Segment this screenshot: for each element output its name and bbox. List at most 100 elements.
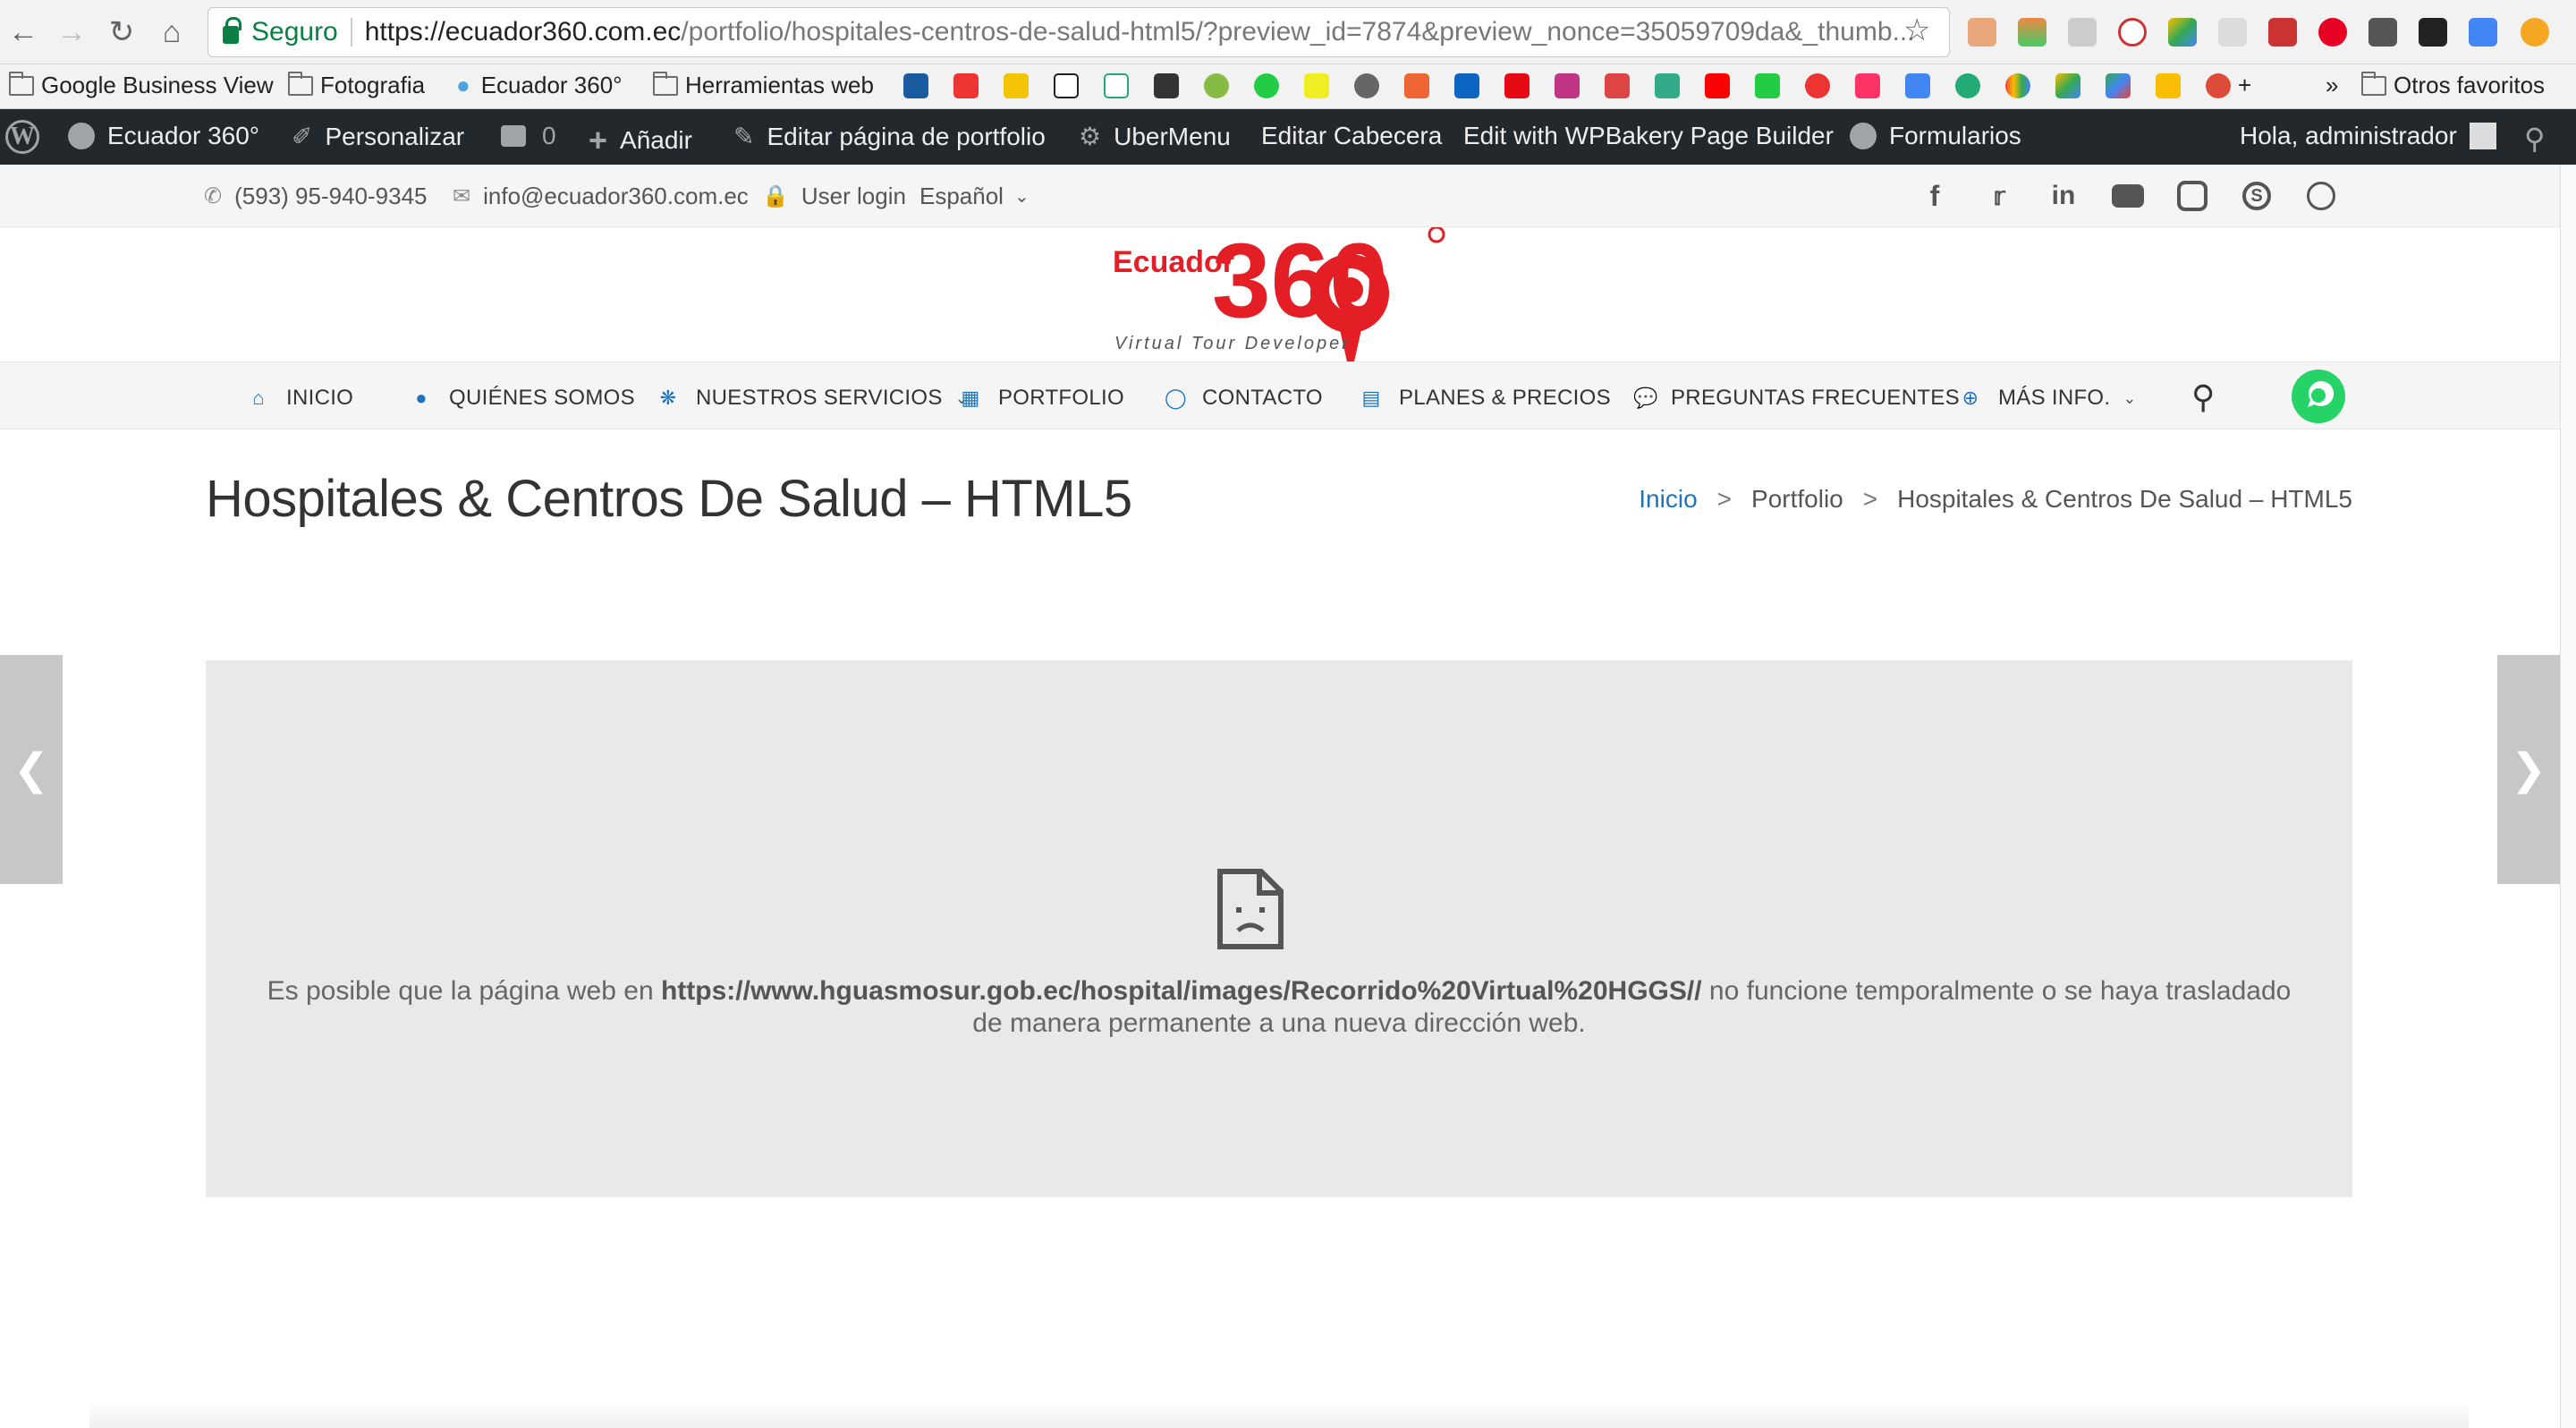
bookmark-item[interactable]: Google Business View — [9, 71, 274, 99]
address-bar[interactable]: Seguro https://ecuador360.com.ec /portfo… — [208, 7, 1950, 57]
nav-item-inicio[interactable]: ⌂ INICIO — [249, 386, 353, 411]
grid-icon: ▦ — [961, 387, 980, 409]
extension-icon[interactable] — [2068, 18, 2097, 47]
site-logo[interactable]: 360 Ecuador Virtual Tour Developer — [1109, 222, 1449, 379]
extension-icon[interactable] — [2018, 18, 2046, 47]
google-drive-icon[interactable] — [2055, 73, 2080, 98]
extension-icon[interactable] — [2218, 18, 2247, 47]
scrollbar[interactable] — [2560, 165, 2576, 1428]
bookmark-favicon[interactable] — [1204, 73, 1229, 98]
translate-icon[interactable] — [2469, 18, 2497, 47]
youtube-icon[interactable] — [2109, 177, 2147, 215]
wp-forms[interactable]: Formularios — [1850, 122, 2021, 150]
gmail-icon[interactable] — [1605, 73, 1630, 98]
breadcrumb-home-link[interactable]: Inicio — [1639, 485, 1697, 514]
google-plus-icon[interactable] — [2206, 73, 2231, 98]
user-login-link[interactable]: 🔒 User login — [762, 183, 906, 210]
amazon-icon[interactable] — [2419, 18, 2447, 47]
bookmark-item[interactable]: Herramientas web — [653, 71, 874, 99]
extension-icon[interactable] — [2118, 18, 2147, 47]
logo-tagline: Virtual Tour Developer — [1114, 334, 1351, 353]
bookmark-favicon[interactable] — [1254, 73, 1279, 98]
home-icon[interactable]: ⌂ — [152, 13, 191, 52]
skype-icon[interactable]: S — [2238, 177, 2275, 215]
extension-icon[interactable] — [2368, 18, 2397, 47]
bookmark-favicon[interactable] — [1755, 73, 1780, 98]
photos-icon[interactable] — [2005, 73, 2030, 98]
wp-ubermenu[interactable]: ⚙ UberMenu — [1079, 122, 1231, 151]
wp-user-menu[interactable]: Hola, administrador — [2240, 122, 2496, 150]
youtube-icon[interactable] — [1705, 73, 1730, 98]
bookmark-item[interactable]: + — [2238, 72, 2251, 99]
maps-icon[interactable] — [1655, 73, 1680, 98]
apple-icon[interactable] — [1354, 73, 1379, 98]
extension-icon[interactable] — [1968, 18, 1996, 47]
bookmark-star-icon[interactable]: ☆ — [1903, 13, 1930, 48]
nav-item-mas-info[interactable]: ⊕ MÁS INFO. ⌄ — [1961, 386, 2137, 411]
whatsapp-button[interactable] — [2290, 368, 2347, 425]
breadcrumb-portfolio-link[interactable]: Portfolio — [1751, 485, 1843, 514]
bookmark-favicon[interactable] — [1054, 73, 1079, 98]
youtube-icon[interactable] — [2268, 18, 2297, 47]
facebook-icon[interactable]: f — [1916, 177, 1953, 215]
bookmark-favicon[interactable] — [903, 73, 928, 98]
nav-item-nuestros-servicios[interactable]: ❋ NUESTROS SERVICIOS ⌄ — [658, 386, 969, 411]
whatsapp-icon[interactable] — [2302, 177, 2340, 215]
bookmark-item[interactable]: ● Ecuador 360° — [456, 72, 623, 99]
home-icon: ⌂ — [252, 387, 265, 409]
bookmark-item[interactable]: Fotografia — [288, 71, 425, 99]
wp-edit-page[interactable]: ✎ Editar página de portfolio — [733, 122, 1046, 151]
wp-add-new[interactable]: + Añadir — [589, 122, 692, 159]
wp-site-menu[interactable]: Ecuador 360° — [68, 122, 259, 150]
prev-project-button[interactable]: ❮ — [0, 655, 63, 884]
bookmark-favicon[interactable] — [1304, 73, 1329, 98]
play-store-icon[interactable] — [2106, 73, 2131, 98]
wp-comments[interactable]: 0 — [501, 122, 556, 150]
google-drive-icon[interactable] — [2168, 18, 2197, 47]
envelope-icon: ✉ — [453, 184, 471, 208]
nav-item-quienes-somos[interactable]: ● QUIÉNES SOMOS — [411, 386, 635, 411]
linkedin-icon[interactable]: in — [2045, 177, 2082, 215]
nav-search-icon[interactable]: ⚲ — [2191, 378, 2216, 416]
language-selector[interactable]: Español ⌄ — [919, 183, 1030, 210]
bookmark-favicon[interactable] — [953, 73, 979, 98]
twitter-icon[interactable]: 𝕣 — [1980, 177, 2018, 215]
next-project-button[interactable]: ❯ — [2497, 655, 2560, 884]
nav-item-preguntas-frecuentes[interactable]: 💬 PREGUNTAS FRECUENTES — [1633, 386, 1960, 411]
bookmark-favicon[interactable] — [1154, 73, 1179, 98]
embedded-tour-frame[interactable]: Es posible que la página web en https://… — [206, 660, 2352, 1197]
chevron-down-icon: ⌄ — [1013, 187, 1030, 207]
user-outline-icon: ◯ — [1165, 387, 1187, 409]
instagram-icon[interactable] — [2174, 177, 2211, 215]
chevron-right-icon: > — [1862, 485, 1878, 513]
instagram-icon[interactable] — [1555, 73, 1580, 98]
bookmark-favicon[interactable] — [1104, 73, 1129, 98]
bookmark-favicon[interactable] — [1004, 73, 1029, 98]
translate-icon[interactable] — [1905, 73, 1930, 98]
email-link[interactable]: ✉ info@ecuador360.com.ec — [453, 183, 749, 210]
more-bookmarks-button[interactable]: » — [2326, 72, 2338, 99]
keep-icon[interactable] — [2156, 73, 2181, 98]
forward-icon[interactable]: → — [52, 13, 91, 52]
nav-item-contacto[interactable]: ◯ CONTACTO — [1165, 386, 1323, 411]
wordpress-logo-icon[interactable]: W — [5, 120, 39, 154]
folder-icon — [9, 71, 34, 96]
bookmark-favicon[interactable] — [1805, 73, 1830, 98]
secure-label: Seguro — [251, 17, 338, 47]
wp-edit-header[interactable]: Editar Cabecera — [1261, 122, 1442, 150]
nav-item-portfolio[interactable]: ▦ PORTFOLIO — [961, 386, 1124, 411]
alert-icon[interactable] — [2521, 18, 2549, 47]
bookmark-favicon[interactable] — [1855, 73, 1880, 98]
hangouts-icon[interactable] — [1955, 73, 1980, 98]
nav-item-planes-precios[interactable]: ▤ PLANES & PRECIOS — [1361, 386, 1611, 411]
other-bookmarks[interactable]: Otros favoritos — [2361, 71, 2545, 99]
office-icon[interactable] — [1404, 73, 1429, 98]
reload-icon[interactable]: ↻ — [102, 13, 141, 52]
wp-customize[interactable]: ✐ Personalizar — [292, 122, 464, 151]
back-icon[interactable]: ← — [4, 13, 43, 52]
wp-wpbakery[interactable]: Edit with WPBakery Page Builder — [1463, 122, 1834, 150]
linkedin-icon[interactable] — [1454, 73, 1479, 98]
wp-search-icon[interactable]: ⚲ — [2524, 122, 2545, 156]
pinterest-icon[interactable] — [2318, 18, 2347, 47]
netflix-icon[interactable] — [1504, 73, 1530, 98]
